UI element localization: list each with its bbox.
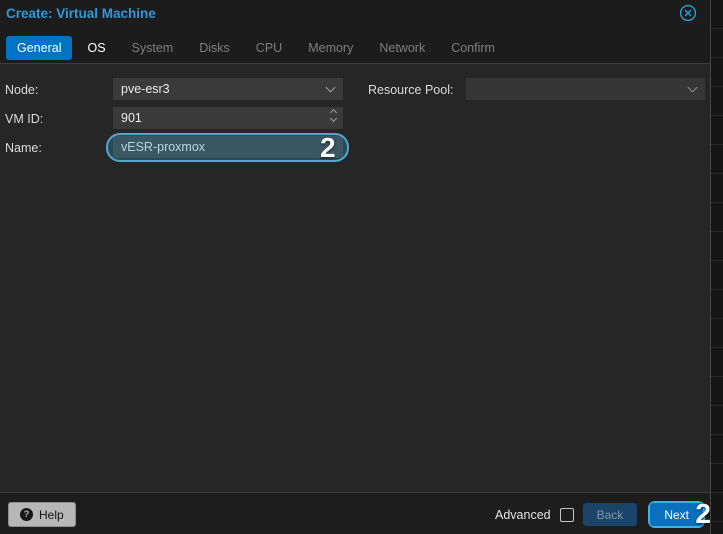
help-button[interactable]: ? Help	[8, 502, 76, 527]
dialog-title: Create: Virtual Machine	[6, 6, 156, 21]
chevron-down-icon	[687, 82, 698, 93]
tab-disks: Disks	[199, 41, 230, 55]
tab-system: System	[131, 41, 174, 55]
vmid-spinner-input[interactable]: 901	[113, 107, 343, 129]
vmid-label: VM ID:	[5, 112, 44, 126]
node-dropdown[interactable]: pve-esr3	[113, 78, 343, 100]
name-input[interactable]: vESR-proxmox	[113, 136, 343, 158]
chevron-down-icon	[325, 82, 336, 93]
back-button[interactable]: Back	[582, 503, 638, 526]
dialog-footer: ? Help Advanced Back Next 2	[0, 492, 711, 534]
tab-general[interactable]: General	[6, 36, 73, 60]
next-button-annotation-outline: Next 2	[650, 500, 711, 528]
dialog-titlebar: Create: Virtual Machine	[0, 0, 710, 30]
close-icon	[679, 4, 697, 22]
vmid-spinner-buttons[interactable]	[329, 108, 338, 123]
create-vm-dialog: Create: Virtual Machine General OS Syste…	[0, 0, 711, 534]
vmid-value: 901	[121, 111, 142, 125]
tab-network: Network	[379, 41, 426, 55]
tab-memory: Memory	[308, 41, 354, 55]
general-tab-panel: Node: pve-esr3 Resource Pool: VM ID: 901…	[0, 63, 710, 492]
footer-actions: Advanced Back Next 2	[495, 500, 711, 528]
tab-confirm: Confirm	[451, 41, 495, 55]
chevron-down-icon	[329, 114, 338, 123]
advanced-label: Advanced	[495, 507, 551, 522]
wizard-tabbar: General OS System Disks CPU Memory Netwo…	[0, 33, 710, 63]
name-value: vESR-proxmox	[121, 140, 206, 154]
help-button-label: Help	[39, 507, 64, 522]
background-page-rows	[711, 0, 723, 534]
resource-pool-dropdown[interactable]	[466, 78, 705, 100]
next-button[interactable]: Next	[650, 503, 703, 526]
tab-os[interactable]: OS	[76, 36, 116, 60]
tab-cpu: CPU	[255, 41, 283, 55]
close-button[interactable]	[679, 4, 697, 22]
node-value: pve-esr3	[121, 82, 170, 96]
resource-pool-label: Resource Pool:	[368, 83, 454, 97]
node-label: Node:	[5, 83, 39, 97]
question-circle-icon: ?	[20, 508, 33, 521]
name-label: Name:	[5, 141, 42, 155]
advanced-checkbox[interactable]	[559, 507, 574, 522]
